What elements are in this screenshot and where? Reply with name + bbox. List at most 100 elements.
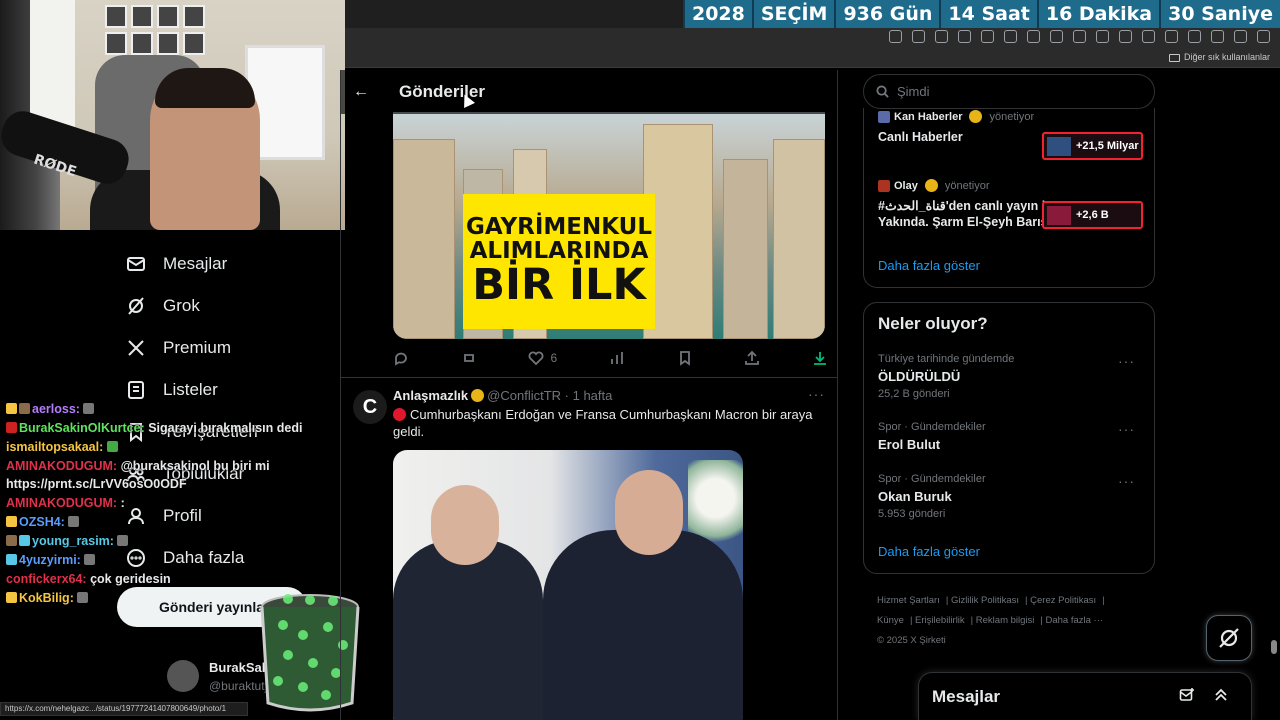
nav-item-grok[interactable]: Grok [125, 295, 200, 317]
author-handle[interactable]: @ConflictTR [487, 388, 561, 403]
share-button[interactable] [744, 350, 760, 366]
new-message-icon[interactable] [1179, 687, 1195, 703]
back-arrow-icon[interactable]: ← [353, 83, 371, 101]
extension-icon[interactable] [1096, 30, 1109, 43]
source-name: Olay [894, 179, 918, 192]
badge-icon [19, 403, 30, 414]
tweet-time[interactable]: · 1 hafta [565, 388, 613, 403]
zoom-icon[interactable] [935, 30, 948, 43]
footer-link[interactable]: Künye [877, 615, 904, 626]
mail-icon [125, 253, 147, 275]
chat-username: 4yuzyirmi: [19, 553, 81, 567]
verified-badge-icon [471, 389, 485, 402]
scrollbar[interactable] [1271, 640, 1277, 654]
nav-item-lists[interactable]: Listeler [125, 379, 218, 401]
views-button[interactable] [609, 350, 625, 366]
expand-chevron-icon[interactable] [1213, 687, 1229, 703]
footer-links: Hizmet Şartları | Gizlilik Politikası | Çe… [877, 595, 1105, 646]
repost-button[interactable] [461, 350, 477, 366]
extension-icon[interactable] [1073, 30, 1086, 43]
author-name[interactable]: Anlaşmazlık [393, 388, 468, 403]
avatar[interactable]: C [353, 390, 387, 424]
avatar[interactable] [1211, 30, 1224, 43]
badge-icon [6, 422, 17, 433]
source-suffix: yönetiyor [944, 179, 990, 192]
nav-item-messages[interactable]: Mesajlar [125, 253, 227, 275]
footer-link[interactable]: Reklam bilgisi [976, 615, 1035, 626]
show-more-link[interactable]: Daha fazla göster [878, 258, 980, 273]
chat-username: young_rasim: [32, 534, 114, 548]
download-button[interactable] [812, 350, 828, 366]
footer-link[interactable]: Erişilebilirlik [915, 615, 965, 626]
chat-username: confickerx64: [6, 572, 87, 586]
source-name: Kan Haberler [894, 110, 963, 123]
channel-icon [878, 110, 890, 123]
footer-link[interactable]: Gizlilik Politikası [951, 595, 1019, 606]
nav-item-premium[interactable]: Premium [125, 337, 231, 359]
shield-icon[interactable] [1188, 30, 1201, 43]
show-more-link[interactable]: Daha fazla göster [878, 544, 980, 559]
translate-icon[interactable] [912, 30, 925, 43]
analytics-icon [610, 352, 623, 364]
live-count: +2,6 B [1076, 209, 1109, 221]
refresh-icon[interactable] [1119, 30, 1132, 43]
status-url-bar: https://x.com/nehelgazc.../status/197772… [0, 702, 248, 716]
reply-button[interactable] [393, 350, 409, 366]
favorite-star-icon[interactable] [981, 30, 994, 43]
live-count-pill: +2,6 B [1042, 201, 1143, 229]
footer-link[interactable]: Daha fazla ··· [1046, 615, 1104, 626]
countdown-label: SEÇİM [751, 0, 835, 28]
download-icon [814, 352, 826, 365]
more-options-icon[interactable]: ··· [1118, 353, 1135, 369]
extension-icon[interactable] [1004, 30, 1017, 43]
like-button[interactable]: 6 [528, 350, 557, 366]
favorites-icon[interactable] [1142, 30, 1155, 43]
live-event[interactable]: Olay yönetiyor #قناة_الحدث'den canlı yayı… [878, 179, 1143, 230]
more-icon[interactable] [1234, 30, 1247, 43]
grok-button[interactable] [1206, 615, 1252, 661]
bookmarks-bar: Diğer sık kullanılanlar [345, 48, 1280, 68]
trend-context: Türkiye tarihinde gündemde [878, 353, 1015, 365]
chat-text: : [120, 496, 125, 510]
footer-link[interactable]: Hizmet Şartları [877, 595, 940, 606]
nav-label: Listeler [163, 380, 218, 399]
countdown-hours: 14 Saat [939, 0, 1037, 28]
bookmark-button[interactable] [677, 350, 693, 366]
emote-icon [77, 592, 89, 603]
chat-username: AMINAKODUGUM: [6, 459, 118, 473]
trend-item[interactable]: Türkiye tarihinde gündemde ÖLDÜRÜLDÜ 25,… [878, 353, 1143, 400]
trend-item[interactable]: Spor · Gündemdekiler Erol Bulut ··· [878, 421, 1143, 452]
trend-name: ÖLDÜRÜLDÜ [878, 369, 961, 384]
live-count: +21,5 Milyar [1076, 140, 1139, 152]
extension-icon[interactable] [889, 30, 902, 43]
chat-message: AMINAKODUGUM: : [6, 494, 306, 512]
grok-icon [1219, 628, 1239, 648]
bookmark-icon [679, 351, 690, 366]
trend-item[interactable]: Spor · Gündemdekiler Okan Buruk 5.953 gö… [878, 473, 1143, 520]
messages-drawer[interactable]: Mesajlar [918, 672, 1252, 720]
chat-message: OZSH4: [6, 513, 306, 531]
other-favorites-label: Diğer sık kullanılanlar [1183, 52, 1270, 62]
other-favorites[interactable]: Diğer sık kullanılanlar [1168, 52, 1270, 62]
photo-frames [105, 5, 205, 55]
read-aloud-icon[interactable] [958, 30, 971, 43]
footer-link[interactable]: Çerez Politikası [1030, 595, 1096, 606]
extension-icon[interactable] [1027, 30, 1040, 43]
share-icon [745, 350, 760, 365]
countdown-minutes: 16 Dakika [1036, 0, 1160, 28]
divider [341, 377, 837, 378]
more-options-icon[interactable]: ··· [1118, 421, 1135, 437]
extension-icon[interactable] [1050, 30, 1063, 43]
live-event[interactable]: Kan Haberler yönetiyor Canlı Haberler +21… [878, 110, 1143, 160]
live-title: #قناة_الحدث'den canlı yayın | Yakında. Ş… [878, 199, 1058, 229]
tweet-image-real-estate[interactable]: GAYRİMENKUL ALIMLARINDA BİR İLK [393, 112, 825, 339]
more-options-icon[interactable]: ··· [808, 386, 825, 402]
tweet-actions: 6 [393, 350, 828, 366]
copilot-icon[interactable] [1257, 30, 1270, 43]
trends-title: Neler oluyor? [878, 314, 988, 333]
folder-icon [1168, 53, 1180, 62]
search-input[interactable]: Şimdi [863, 74, 1155, 109]
tweet-image-leaders[interactable] [393, 450, 743, 720]
heart-icon[interactable] [1165, 30, 1178, 43]
more-options-icon[interactable]: ··· [1118, 473, 1135, 489]
